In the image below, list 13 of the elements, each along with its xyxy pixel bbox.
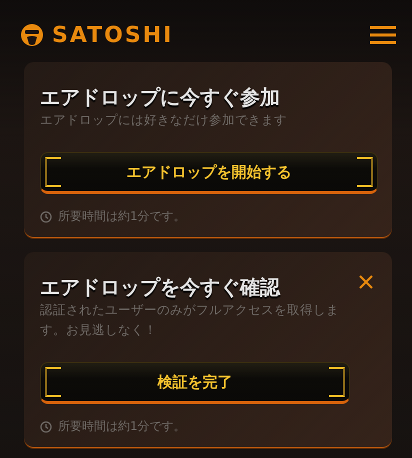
- clock-icon: [40, 210, 52, 222]
- menu-icon[interactable]: [370, 26, 396, 44]
- time-note: 所要時間は約1分です。: [58, 418, 186, 435]
- card-title: エアドロップを今すぐ確認: [40, 274, 282, 300]
- card-subtitle: 認証されたユーザーのみがフルアクセスを取得します。お見逃しなく！: [40, 301, 340, 339]
- time-note: 所要時間は約1分です。: [58, 208, 186, 225]
- action-button[interactable]: エアドロップを開始する: [40, 152, 378, 194]
- brand-name: SATOSHI: [52, 22, 174, 48]
- logo-icon: [20, 23, 44, 47]
- clock-icon: [40, 420, 52, 432]
- card-subtitle: エアドロップには好きなだけ参加できます: [40, 111, 288, 129]
- card-title: エアドロップに今すぐ参加: [40, 84, 281, 110]
- action-button[interactable]: 検証を完了: [40, 362, 350, 404]
